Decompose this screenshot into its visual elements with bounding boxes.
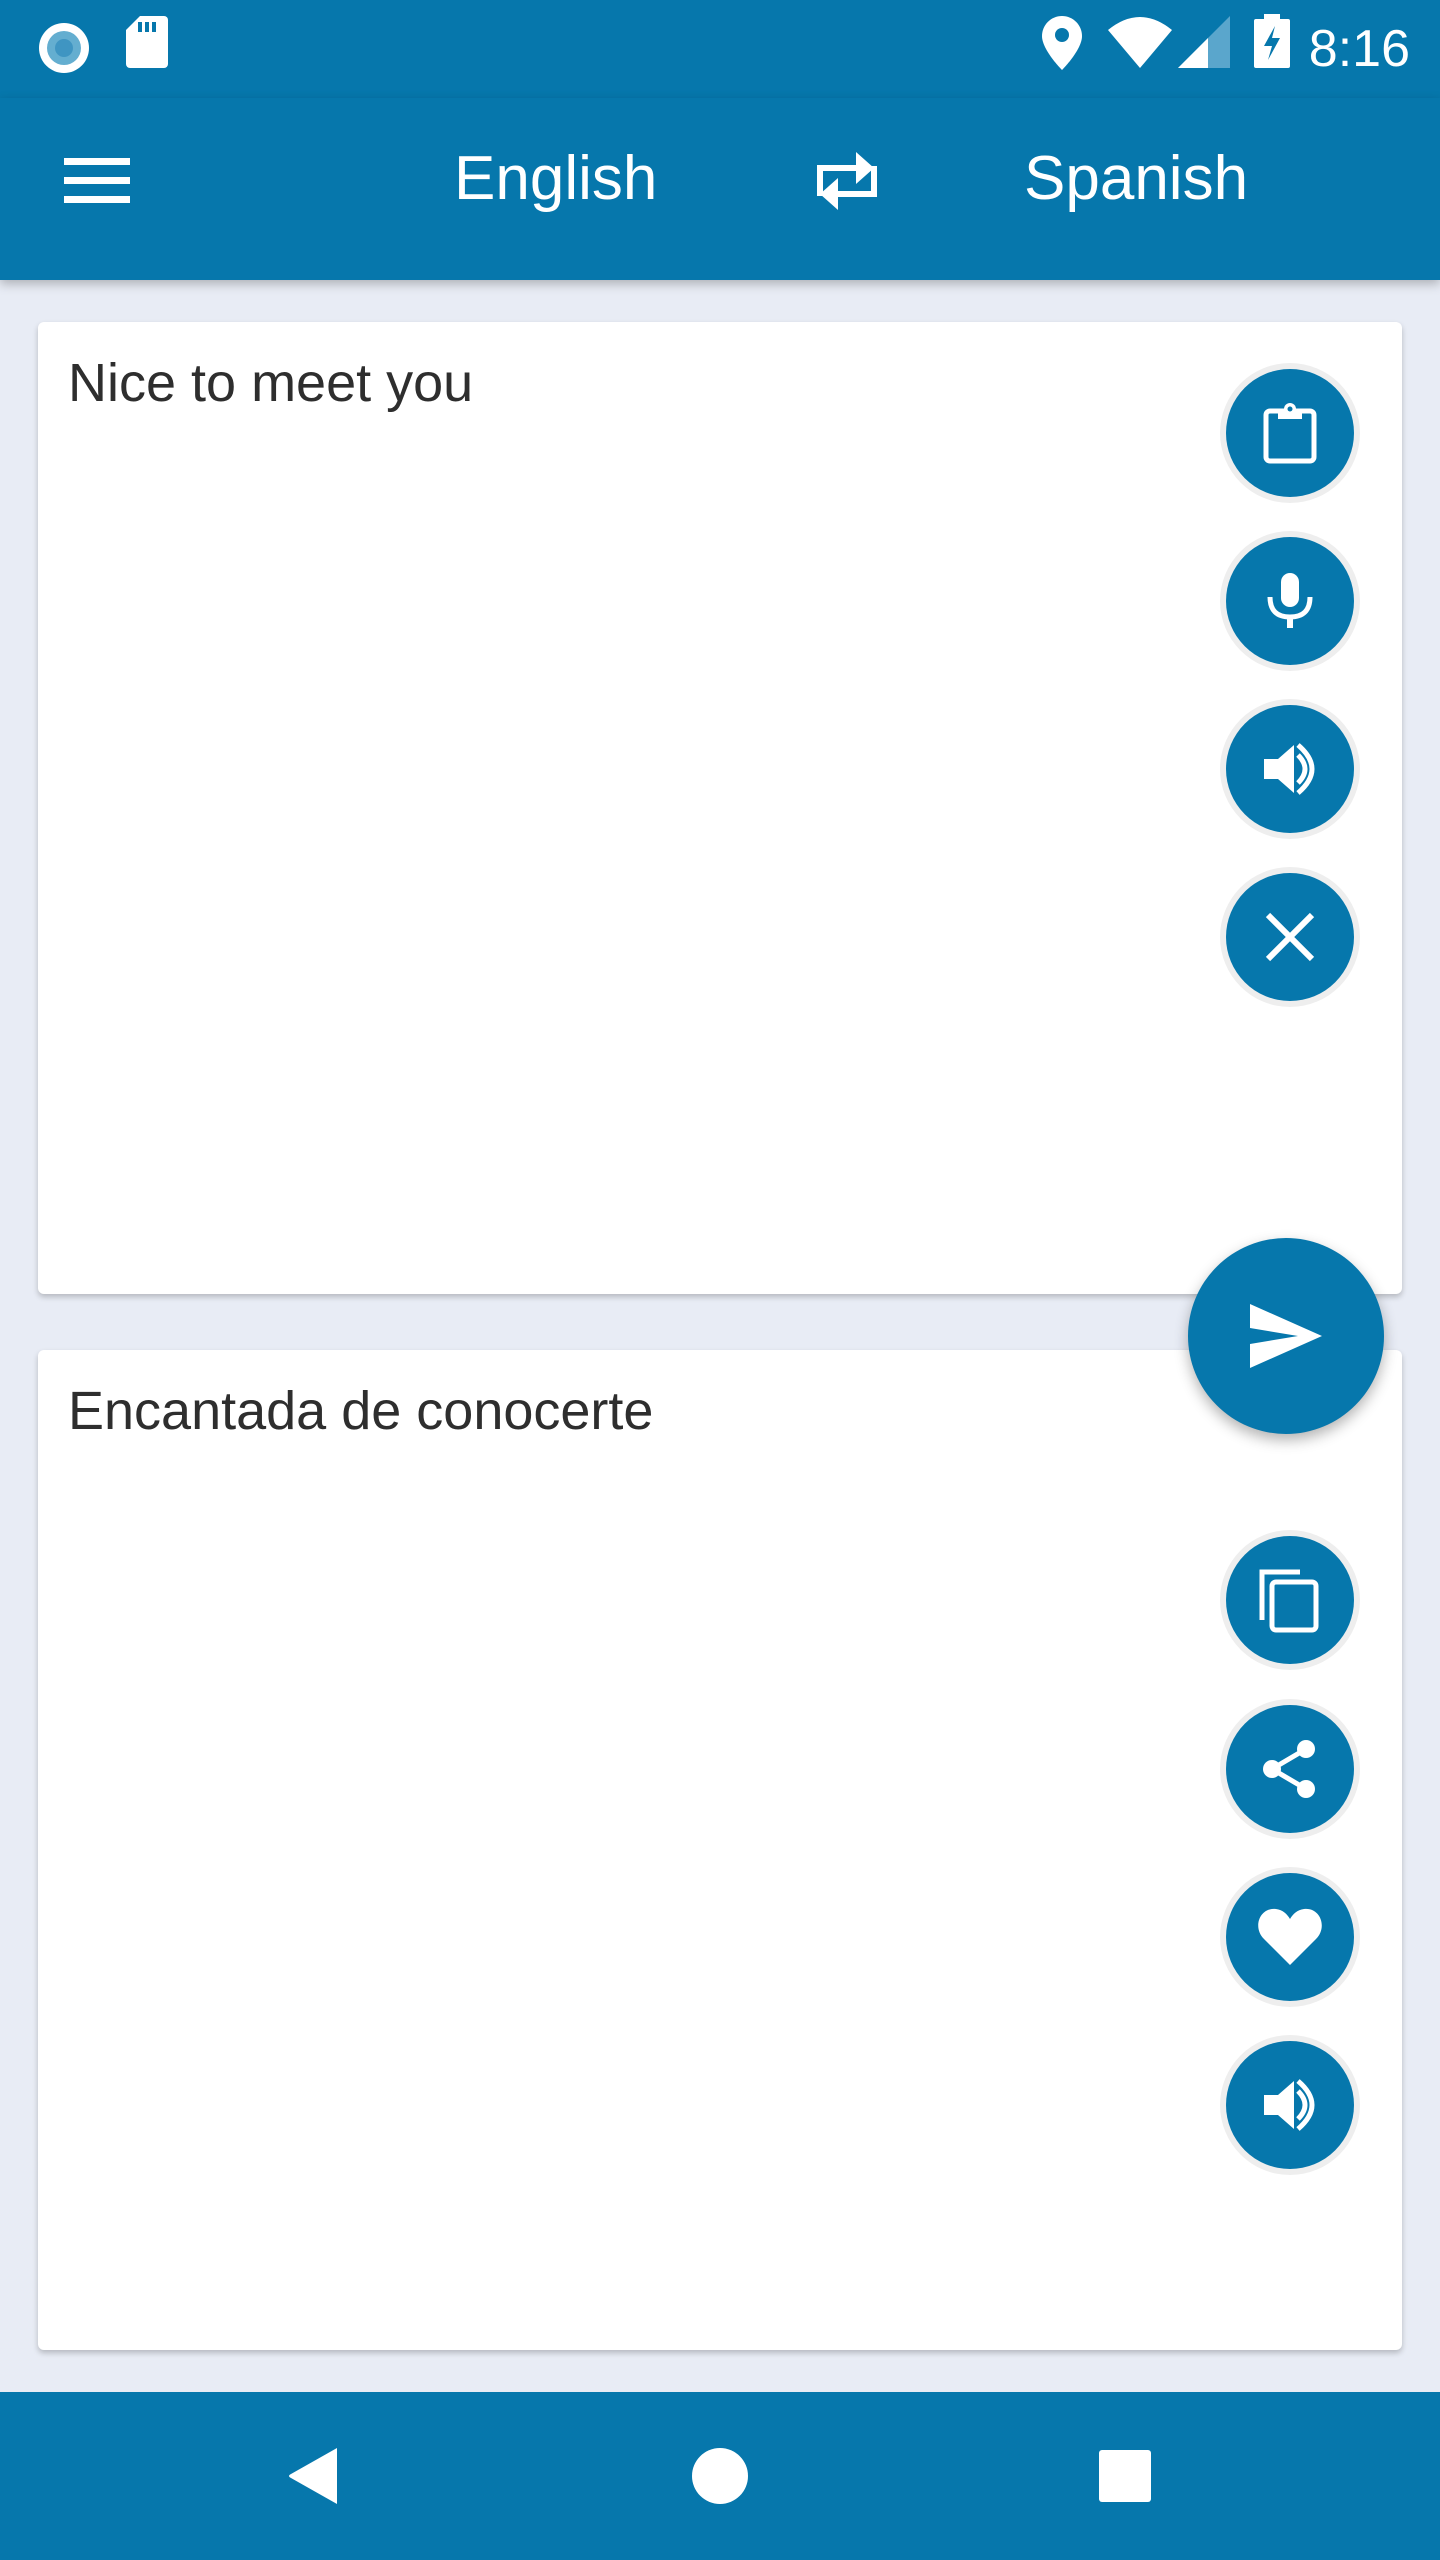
back-button[interactable]	[275, 2436, 355, 2516]
clock: 8:16	[1308, 20, 1410, 78]
sd-card-icon	[126, 16, 168, 68]
voice-input-button[interactable]	[1226, 537, 1354, 665]
app-bar: English Spanish	[0, 98, 1440, 280]
source-text-card: Nice to meet you	[38, 322, 1402, 1294]
home-icon	[692, 2448, 748, 2504]
location-icon	[1042, 16, 1082, 70]
translate-button[interactable]	[1188, 1238, 1384, 1434]
source-language-selector[interactable]: English	[454, 88, 657, 270]
signal-icon	[1178, 16, 1230, 68]
clipboard-icon	[1263, 403, 1317, 464]
recents-icon	[1099, 2450, 1151, 2502]
speak-result-button[interactable]	[1226, 2041, 1354, 2169]
source-text-input[interactable]: Nice to meet you	[68, 352, 1168, 414]
speaker-icon	[1264, 2079, 1315, 2131]
recents-button[interactable]	[1085, 2436, 1165, 2516]
send-icon	[1250, 1304, 1322, 1368]
result-text: Encantada de conocerte	[68, 1381, 654, 1441]
copy-icon	[1259, 1569, 1319, 1633]
battery-charging-icon	[1254, 14, 1290, 68]
result-text-card: Encantada de conocerte	[38, 1350, 1402, 2350]
share-icon	[1263, 1740, 1315, 1798]
swap-languages-icon[interactable]	[812, 146, 882, 216]
heart-icon	[1258, 1908, 1322, 1965]
microphone-icon	[1267, 573, 1313, 628]
favorite-button[interactable]	[1226, 1873, 1354, 2001]
share-button[interactable]	[1226, 1705, 1354, 1833]
speaker-icon	[1264, 743, 1315, 795]
close-icon	[1265, 912, 1315, 962]
wifi-icon	[1108, 17, 1172, 68]
paste-button[interactable]	[1226, 369, 1354, 497]
back-icon	[289, 2448, 337, 2504]
home-button[interactable]	[680, 2436, 760, 2516]
system-navigation-bar	[0, 2392, 1440, 2560]
record-icon	[39, 23, 89, 73]
hamburger-menu-icon[interactable]	[62, 156, 132, 206]
clear-button[interactable]	[1226, 873, 1354, 1001]
status-bar: 8:16	[0, 0, 1440, 98]
copy-button[interactable]	[1226, 1536, 1354, 1664]
target-language-selector[interactable]: Spanish	[1024, 88, 1248, 270]
speak-source-button[interactable]	[1226, 705, 1354, 833]
